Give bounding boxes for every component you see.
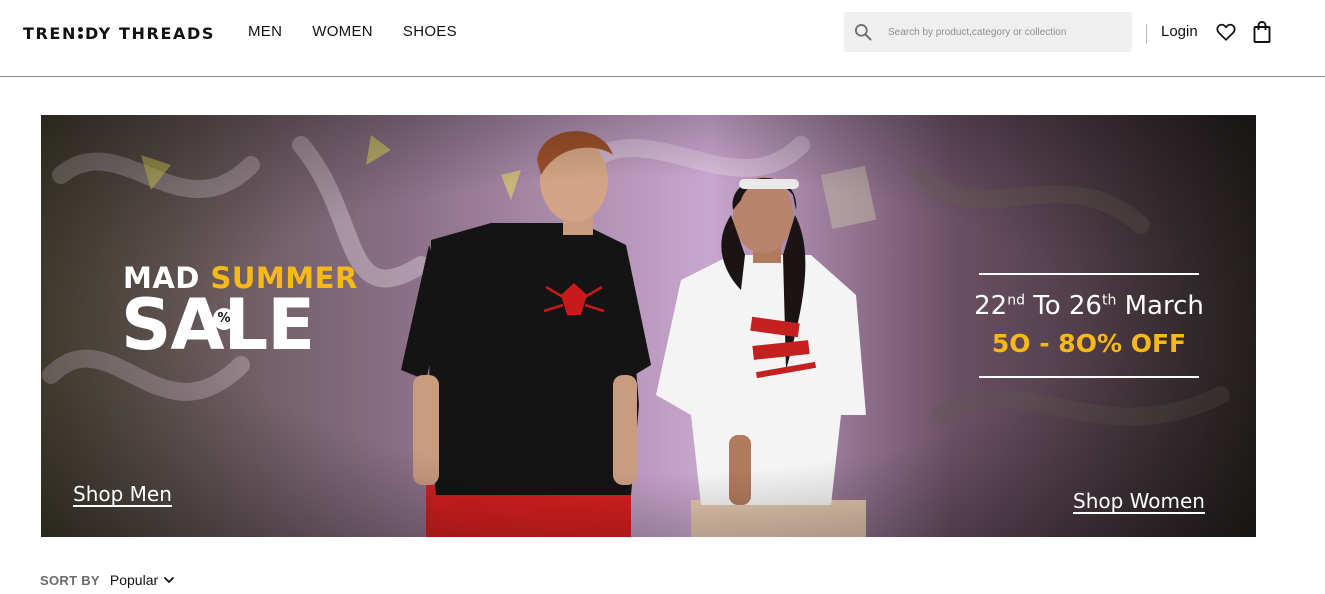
header-divider <box>1146 24 1147 44</box>
search-input[interactable] <box>888 12 1124 52</box>
shop-women-link[interactable]: Shop Women <box>1073 489 1205 513</box>
bottom-rule <box>979 376 1199 378</box>
sort-label: SORT BY <box>40 572 100 588</box>
chevron-down-icon[interactable] <box>163 574 175 586</box>
sale-dates: 22nd To 26th March <box>973 291 1205 321</box>
heart-icon[interactable] <box>1215 21 1237 43</box>
discount-text: 5O - 8O% OFF <box>991 329 1187 358</box>
percent-badge: % <box>213 308 235 330</box>
top-rule <box>979 273 1199 275</box>
logo-text-part1: TREN <box>23 23 77 43</box>
login-link[interactable]: Login <box>1161 22 1198 42</box>
site-header: TREN DY THREADS MEN WOMEN SHOES Login <box>0 0 1325 77</box>
logo-colon-mark <box>77 27 83 39</box>
date-start: 22 <box>974 291 1008 321</box>
sort-control: SORT BY Popular <box>40 572 175 588</box>
sort-dropdown[interactable]: Popular <box>110 572 158 588</box>
nav-item-women[interactable]: WOMEN <box>312 22 373 42</box>
date-to: To <box>1024 291 1069 321</box>
brand-logo[interactable]: TREN DY THREADS <box>23 22 215 44</box>
date-end: 26 <box>1068 291 1102 321</box>
logo-text-part2: DY THREADS <box>84 23 215 43</box>
nav-item-men[interactable]: MEN <box>248 22 282 42</box>
promo-banner[interactable]: MAD SUMMER SALE % 22nd To 26th March 5O … <box>41 115 1256 537</box>
main-nav: MEN WOMEN SHOES <box>248 22 487 42</box>
nav-item-shoes[interactable]: SHOES <box>403 22 457 42</box>
search-icon[interactable] <box>853 22 873 42</box>
date-month: March <box>1116 291 1204 321</box>
date-start-suffix: nd <box>1007 292 1025 309</box>
shopping-bag-icon[interactable] <box>1252 20 1272 44</box>
search-bar <box>844 12 1132 52</box>
shop-men-link[interactable]: Shop Men <box>73 482 172 506</box>
date-end-suffix: th <box>1101 292 1117 309</box>
